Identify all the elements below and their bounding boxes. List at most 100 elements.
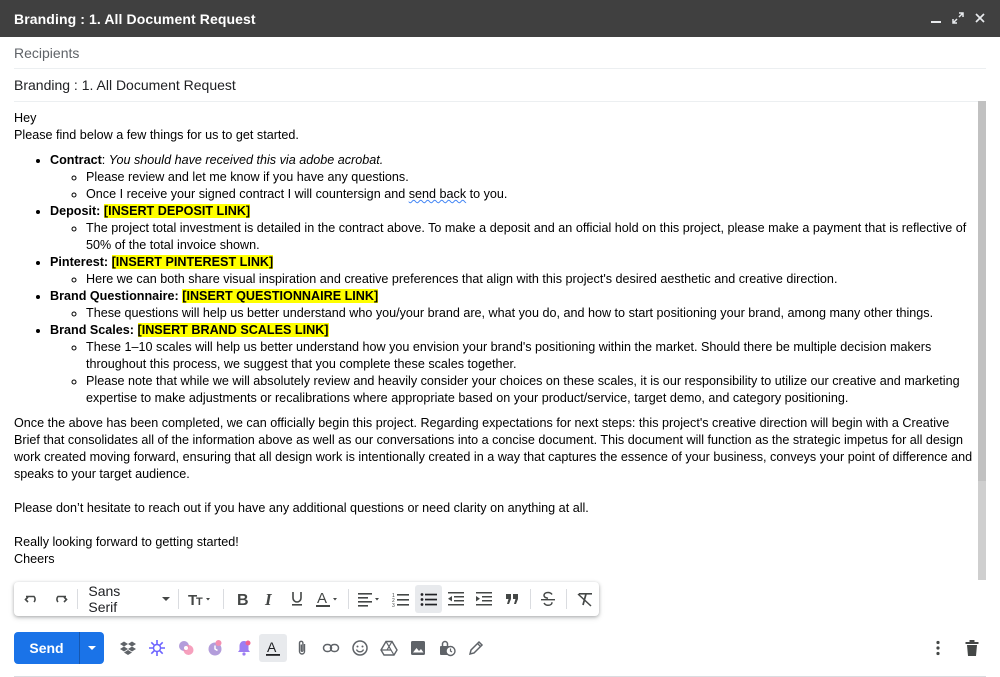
addon-icon[interactable] bbox=[172, 634, 200, 662]
item-label: Brand Questionnaire: bbox=[50, 289, 179, 303]
list-item-brand-scales: Brand Scales: [INSERT BRAND SCALES LINK]… bbox=[50, 322, 976, 407]
bell-icon[interactable] bbox=[230, 634, 258, 662]
sublist: Here we can both share visual inspiratio… bbox=[50, 271, 976, 288]
window-controls bbox=[926, 8, 990, 28]
undo-icon[interactable] bbox=[18, 585, 46, 613]
redo-icon[interactable] bbox=[46, 585, 74, 613]
questionnaire-link[interactable]: [INSERT QUESTIONNAIRE LINK] bbox=[182, 289, 379, 303]
sublist-item: Please note that while we will absolutel… bbox=[86, 373, 976, 407]
addon-clock-icon[interactable] bbox=[201, 634, 229, 662]
svg-text:A: A bbox=[317, 590, 327, 607]
closing-line: Really looking forward to getting starte… bbox=[14, 535, 239, 549]
recipients-field[interactable]: Recipients bbox=[14, 37, 986, 69]
toolbar-divider bbox=[178, 589, 180, 609]
trash-icon[interactable] bbox=[958, 634, 986, 662]
list-item-pinterest: Pinterest: [INSERT PINTEREST LINK] Here … bbox=[50, 254, 976, 288]
sublist: Please review and let me know if you hav… bbox=[50, 169, 976, 203]
svg-text:B: B bbox=[237, 592, 249, 608]
deposit-link[interactable]: [INSERT DEPOSIT LINK] bbox=[103, 204, 251, 218]
sublist: These questions will help us better unde… bbox=[50, 305, 976, 322]
clear-formatting-icon[interactable] bbox=[571, 585, 599, 613]
underline-icon[interactable] bbox=[283, 585, 311, 613]
body-scrollbar-thumb[interactable] bbox=[978, 101, 986, 481]
sublist-item: Once I receive your signed contract I wi… bbox=[86, 186, 976, 203]
star-burst-icon[interactable] bbox=[143, 634, 171, 662]
sublist-item: These questions will help us better unde… bbox=[86, 305, 976, 322]
svg-text:T: T bbox=[196, 596, 203, 608]
quote-icon[interactable] bbox=[498, 585, 526, 613]
sublist-item: These 1–10 scales will help us better un… bbox=[86, 339, 976, 373]
link-icon[interactable] bbox=[317, 634, 345, 662]
bulleted-list-icon[interactable] bbox=[414, 585, 443, 613]
formatting-options-icon[interactable]: A bbox=[259, 634, 287, 662]
list-item-questionnaire: Brand Questionnaire: [INSERT QUESTIONNAI… bbox=[50, 288, 976, 322]
font-family-select[interactable]: Sans Serif bbox=[82, 583, 174, 615]
contact-paragraph: Please don’t hesitate to reach out if yo… bbox=[14, 501, 589, 515]
label-separator: : bbox=[101, 153, 109, 167]
send-button[interactable]: Send bbox=[14, 632, 80, 664]
compose-titlebar[interactable]: Branding : 1. All Document Request bbox=[0, 0, 1000, 37]
bold-icon[interactable]: B bbox=[228, 585, 256, 613]
recipients-placeholder: Recipients bbox=[14, 44, 80, 61]
schedule-lock-icon[interactable] bbox=[433, 634, 461, 662]
sublist: The project total investment is detailed… bbox=[50, 220, 976, 254]
strikethrough-icon[interactable] bbox=[535, 585, 563, 613]
align-icon[interactable] bbox=[353, 585, 387, 613]
emoji-icon[interactable] bbox=[346, 634, 374, 662]
item-label: Brand Scales: bbox=[50, 323, 134, 337]
subject-value: Branding : 1. All Document Request bbox=[14, 77, 236, 93]
sublist-item: Please review and let me know if you hav… bbox=[86, 169, 976, 186]
send-options-button[interactable] bbox=[80, 632, 104, 664]
message-body[interactable]: Hey Please find below a few things for u… bbox=[14, 110, 976, 578]
popout-icon[interactable] bbox=[948, 8, 968, 28]
svg-text:3: 3 bbox=[392, 603, 395, 608]
close-icon[interactable] bbox=[970, 8, 990, 28]
brand-scales-link[interactable]: [INSERT BRAND SCALES LINK] bbox=[137, 323, 329, 337]
send-button-group: Send bbox=[14, 632, 104, 664]
intro-line: Please find below a few things for us to… bbox=[14, 128, 299, 142]
dropbox-icon[interactable] bbox=[114, 634, 142, 662]
font-size-icon[interactable]: TT bbox=[183, 585, 219, 613]
toolbar-divider bbox=[77, 589, 79, 609]
greeting: Hey bbox=[14, 111, 37, 125]
svg-text:I: I bbox=[264, 590, 273, 608]
subject-field[interactable]: Branding : 1. All Document Request bbox=[14, 69, 986, 102]
formatting-toolbar: Sans Serif TT B I A 123 bbox=[14, 582, 599, 616]
item-label: Pinterest: bbox=[50, 255, 109, 269]
sublist-item: Here we can both share visual inspiratio… bbox=[86, 271, 976, 288]
sign-off: Cheers bbox=[14, 552, 55, 566]
item-label: Contract bbox=[50, 153, 102, 167]
numbered-list-icon[interactable]: 123 bbox=[387, 585, 415, 613]
drive-icon[interactable] bbox=[375, 634, 403, 662]
minimize-icon[interactable] bbox=[926, 8, 946, 28]
more-options-icon[interactable] bbox=[924, 634, 952, 662]
next-steps-paragraph: Once the above has been completed, we ca… bbox=[14, 416, 973, 481]
list-item-contract: Contract: You should have received this … bbox=[50, 152, 976, 203]
italic-icon[interactable]: I bbox=[255, 585, 283, 613]
indent-more-icon[interactable] bbox=[470, 585, 498, 613]
checklist: Contract: You should have received this … bbox=[14, 152, 976, 407]
font-family-label: Sans Serif bbox=[88, 583, 121, 615]
sublist: These 1–10 scales will help us better un… bbox=[50, 339, 976, 407]
sub-text: to you. bbox=[466, 187, 508, 201]
spellcheck-flag[interactable]: send back bbox=[409, 187, 466, 201]
item-label: Deposit: bbox=[50, 204, 101, 218]
list-item-deposit: Deposit: [INSERT DEPOSIT LINK] The proje… bbox=[50, 203, 976, 254]
toolbar-divider bbox=[529, 589, 531, 609]
sublist-item: The project total investment is detailed… bbox=[86, 220, 976, 254]
compose-tools: A bbox=[114, 634, 490, 662]
sub-text: Once I receive your signed contract I wi… bbox=[86, 187, 409, 201]
toolbar-divider bbox=[348, 589, 350, 609]
attach-icon[interactable] bbox=[288, 634, 316, 662]
pinterest-link[interactable]: [INSERT PINTEREST LINK] bbox=[111, 255, 274, 269]
signature-icon[interactable] bbox=[462, 634, 490, 662]
indent-less-icon[interactable] bbox=[442, 585, 470, 613]
item-note: You should have received this via adobe … bbox=[108, 153, 384, 167]
svg-text:A: A bbox=[267, 639, 277, 655]
photo-icon[interactable] bbox=[404, 634, 432, 662]
chevron-down-icon bbox=[88, 646, 96, 650]
toolbar-divider bbox=[566, 589, 568, 609]
compose-title: Branding : 1. All Document Request bbox=[14, 10, 256, 27]
text-color-icon[interactable]: A bbox=[311, 585, 345, 613]
compose-actions-bar: Send A bbox=[14, 632, 986, 664]
